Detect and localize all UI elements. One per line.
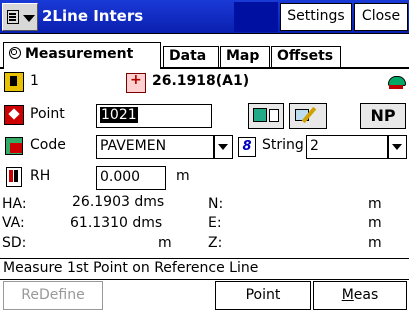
string-icon[interactable]: 8 [238,137,256,157]
code-value: PAVEMEN [100,138,167,154]
chevron-down-icon [23,15,35,22]
status-message: Measure 1st Point on Reference Line [0,258,409,280]
np-button[interactable]: NP [360,103,406,129]
string-value: 2 [310,138,319,154]
e-value: m [368,215,382,231]
point-label: Point [30,106,65,122]
app-title: 2Line Inters [42,7,144,25]
ha-value: 26.1903 dms [72,194,165,210]
rh-value: 0.000 [100,169,141,185]
code-icon[interactable] [4,135,24,155]
tab-strip: Measurement Data Map Offsets [0,34,409,69]
code-dropdown-icon[interactable] [214,135,233,159]
rh-input[interactable]: 0.000 [96,166,166,190]
settings-button[interactable]: Settings [280,3,352,31]
string-select[interactable]: 2 [306,135,388,159]
rod-height-icon[interactable] [4,166,24,187]
point-value: 1021 [100,107,138,123]
instrument-icon[interactable] [386,72,406,92]
point-input[interactable]: 1021 [96,104,212,128]
z-value: m [368,235,382,251]
target-icon[interactable] [126,72,146,93]
reference-value: 26.1918(A1) [152,73,250,89]
meas-button[interactable]: Meas [313,281,407,310]
sd-label: SD: [2,235,27,251]
va-label: VA: [2,215,25,231]
va-value: 61.1310 dms [70,215,163,231]
string-dropdown-icon[interactable] [388,135,407,159]
tab-label: Measurement [25,46,134,62]
menu-list-icon [7,10,19,24]
globe-icon [9,47,21,59]
tab-map[interactable]: Map [220,46,270,68]
e-label: E: [208,215,222,231]
point-diamond-icon [4,105,24,125]
sd-value: m [158,235,172,251]
rod-number: 1 [30,73,39,89]
code-select[interactable]: PAVEMEN [96,135,214,159]
title-bar: 2Line Inters Settings Close [0,0,409,34]
tab-label: Map [226,48,260,64]
n-value: m [368,196,382,212]
tab-measurement[interactable]: Measurement [3,42,161,69]
tab-offsets[interactable]: Offsets [271,46,341,68]
rh-label: RH [30,168,51,184]
tab-label: Data [169,48,207,64]
title-bar-spacer [234,2,278,32]
point-list-icon [253,108,267,122]
rh-unit: m [176,168,190,184]
close-button[interactable]: Close [354,3,408,31]
code-label: Code [30,137,66,153]
ha-label: HA: [2,196,27,212]
rod-icon[interactable] [4,72,24,92]
edit-point-button[interactable] [289,103,327,129]
z-label: Z: [208,235,223,251]
point-list-button[interactable] [248,103,284,129]
n-label: N: [208,196,224,212]
string-label: String [262,137,304,153]
tab-label: Offsets [277,48,334,64]
tab-data[interactable]: Data [163,46,219,68]
list-page-icon [269,109,279,122]
redefine-button[interactable]: ReDefine [3,281,103,310]
start-menu-button[interactable] [2,3,38,31]
point-button[interactable]: Point [215,281,311,310]
